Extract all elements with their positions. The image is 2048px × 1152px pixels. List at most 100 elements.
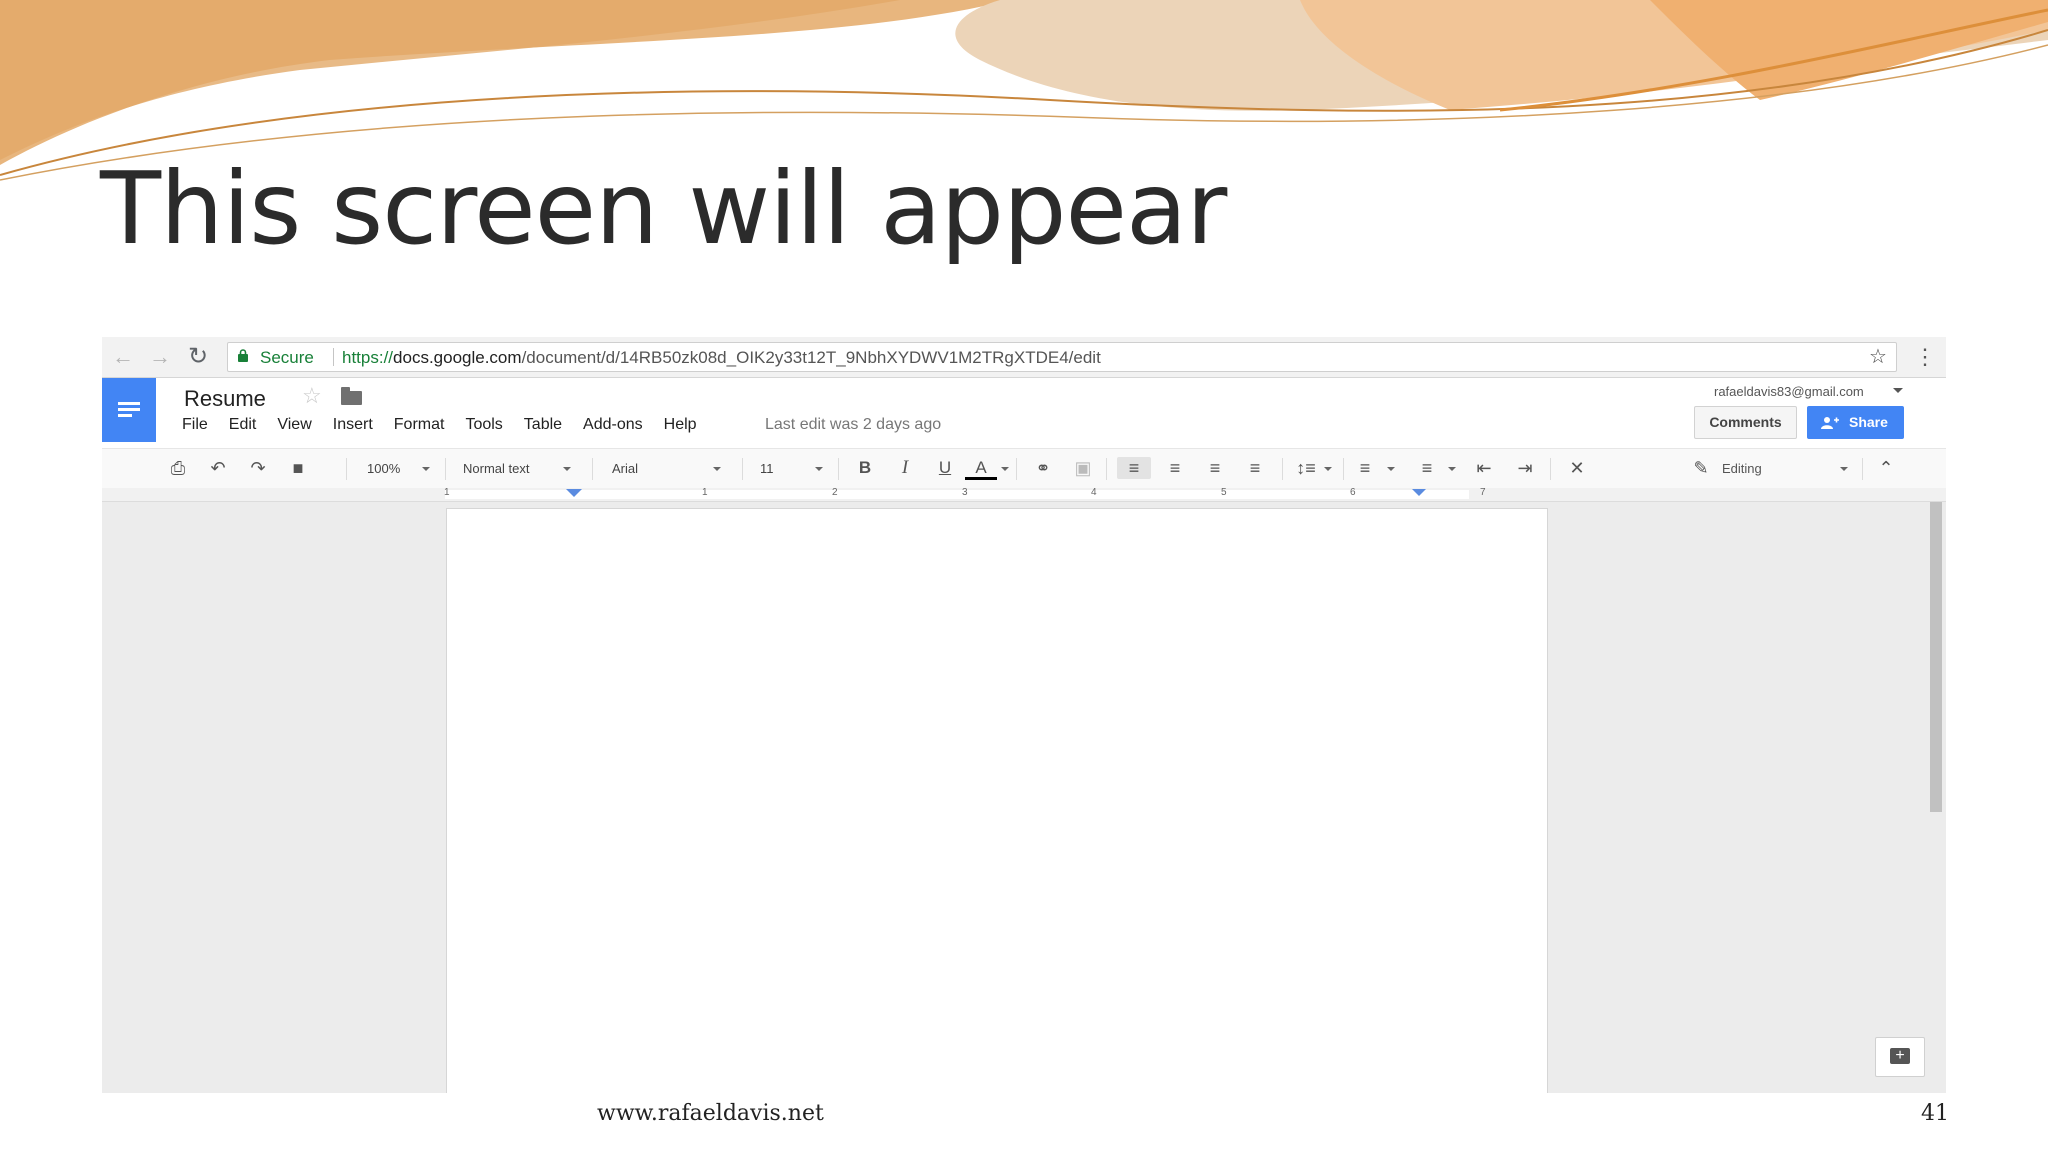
url-path: /document/d/14RB50zk08d_OIK2y33t12T_9Nbh… xyxy=(521,348,1101,367)
ruler-number: 1 xyxy=(702,487,708,498)
menu-tools[interactable]: Tools xyxy=(465,416,502,434)
url-protocol: https:// xyxy=(342,348,394,367)
formatting-toolbar: ⎙ ↶ ↷ ■ 100% Normal text Arial 11 B I U … xyxy=(102,448,1946,489)
justify-icon[interactable]: ≡ xyxy=(1240,457,1270,479)
ruler-number: 7 xyxy=(1480,487,1486,498)
ruler-number: 6 xyxy=(1350,487,1356,498)
right-indent-marker-icon[interactable] xyxy=(1412,489,1426,499)
zoom-caret-icon[interactable] xyxy=(422,467,430,471)
line-spacing-icon[interactable]: ↕≡ xyxy=(1290,457,1322,479)
bold-icon[interactable]: B xyxy=(853,457,877,479)
ruler[interactable]: 1 1 2 3 4 5 6 7 xyxy=(102,487,1946,502)
menu-addons[interactable]: Add-ons xyxy=(583,416,643,434)
account-dropdown-icon[interactable] xyxy=(1893,388,1903,393)
collapse-menu-icon[interactable]: ⌃ xyxy=(1872,457,1900,479)
line-spacing-caret-icon[interactable] xyxy=(1324,467,1332,471)
pencil-icon: ✎ xyxy=(1693,458,1709,478)
font-caret-icon[interactable] xyxy=(713,467,721,471)
menu-format[interactable]: Format xyxy=(394,416,445,434)
reload-icon[interactable]: ↻ xyxy=(186,345,210,369)
explore-button[interactable]: + xyxy=(1875,1037,1925,1077)
address-bar[interactable]: Secure https://docs.google.com/document/… xyxy=(227,342,1897,372)
increase-indent-icon[interactable]: ⇥ xyxy=(1510,457,1540,479)
share-person-icon xyxy=(1821,417,1839,429)
link-icon[interactable]: ⚭ xyxy=(1029,457,1057,479)
slide-page-number: 41 xyxy=(1921,1101,1949,1126)
slide-title: This screen will appear xyxy=(100,150,1227,267)
bulleted-list-icon[interactable]: ≡ xyxy=(1412,457,1442,479)
lock-icon xyxy=(238,349,248,362)
align-center-icon[interactable]: ≡ xyxy=(1160,457,1190,479)
forward-arrow-icon[interactable]: → xyxy=(148,345,172,369)
last-edit-status[interactable]: Last edit was 2 days ago xyxy=(765,416,941,434)
explore-icon: + xyxy=(1890,1048,1910,1064)
toolbar-divider xyxy=(1016,458,1017,480)
style-caret-icon[interactable] xyxy=(563,467,571,471)
text-color-caret-icon[interactable] xyxy=(1001,467,1009,471)
star-icon[interactable]: ☆ xyxy=(302,383,322,409)
text-color-icon[interactable]: A xyxy=(965,457,997,480)
comments-button[interactable]: Comments xyxy=(1694,406,1797,439)
menu-help[interactable]: Help xyxy=(664,416,697,434)
paragraph-style-select[interactable]: Normal text xyxy=(463,459,529,479)
bookmark-star-icon[interactable]: ☆ xyxy=(1866,345,1890,369)
font-size-select[interactable]: 11 xyxy=(760,459,774,479)
toolbar-divider xyxy=(592,458,593,480)
browser-toolbar: ← → ↻ Secure https://docs.google.com/doc… xyxy=(102,337,1946,378)
share-label: Share xyxy=(1849,414,1888,430)
underline-icon[interactable]: U xyxy=(933,457,957,479)
add-comment-icon[interactable]: ▣ xyxy=(1069,457,1097,479)
back-arrow-icon[interactable]: ← xyxy=(111,345,135,369)
document-page[interactable] xyxy=(446,508,1548,1093)
toolbar-divider xyxy=(742,458,743,480)
browser-screenshot: ← → ↻ Secure https://docs.google.com/doc… xyxy=(102,337,1946,1093)
ruler-number: 4 xyxy=(1091,487,1097,498)
docs-header: Resume ☆ File Edit View Insert Format To… xyxy=(102,378,1946,446)
numbered-list-icon[interactable]: ≡ xyxy=(1350,457,1380,479)
document-title[interactable]: Resume xyxy=(184,386,266,412)
share-button[interactable]: Share xyxy=(1807,406,1904,439)
editing-mode-select[interactable]: Editing xyxy=(1722,459,1762,479)
account-email[interactable]: rafaeldavis83@gmail.com xyxy=(1714,384,1864,399)
paint-format-icon[interactable]: ■ xyxy=(285,457,311,479)
align-right-icon[interactable]: ≡ xyxy=(1200,457,1230,479)
italic-icon[interactable]: I xyxy=(893,457,917,479)
print-icon[interactable]: ⎙ xyxy=(165,457,191,479)
ruler-page-area xyxy=(445,490,1469,499)
clear-formatting-icon[interactable]: ✕ xyxy=(1562,457,1592,479)
toolbar-divider xyxy=(1106,458,1107,480)
ruler-number: 5 xyxy=(1221,487,1227,498)
menu-table[interactable]: Table xyxy=(524,416,562,434)
toolbar-divider xyxy=(445,458,446,480)
ruler-number: 1 xyxy=(444,487,450,498)
menu-bar: File Edit View Insert Format Tools Table… xyxy=(182,416,718,434)
ruler-number: 2 xyxy=(832,487,838,498)
zoom-select[interactable]: 100% xyxy=(367,459,400,479)
browser-menu-icon[interactable]: ⋮ xyxy=(1914,345,1936,369)
undo-icon[interactable]: ↶ xyxy=(205,457,231,479)
secure-label: Secure xyxy=(260,348,314,367)
toolbar-divider xyxy=(1550,458,1551,480)
toolbar-divider xyxy=(1282,458,1283,480)
redo-icon[interactable]: ↷ xyxy=(245,457,271,479)
menu-edit[interactable]: Edit xyxy=(229,416,257,434)
vertical-scrollbar[interactable] xyxy=(1930,502,1942,812)
align-left-icon[interactable]: ≡ xyxy=(1117,457,1151,479)
docs-logo-icon[interactable] xyxy=(102,378,156,442)
toolbar-divider xyxy=(1343,458,1344,480)
menu-file[interactable]: File xyxy=(182,416,208,434)
url-host: docs.google.com xyxy=(393,348,522,367)
document-canvas: + xyxy=(102,502,1946,1093)
menu-insert[interactable]: Insert xyxy=(333,416,373,434)
bulleted-list-caret-icon[interactable] xyxy=(1448,467,1456,471)
menu-view[interactable]: View xyxy=(277,416,311,434)
url-text: https://docs.google.com/document/d/14RB5… xyxy=(342,348,1101,368)
font-size-caret-icon[interactable] xyxy=(815,467,823,471)
ruler-number: 3 xyxy=(962,487,968,498)
left-indent-marker-icon[interactable] xyxy=(566,489,582,499)
folder-icon[interactable] xyxy=(341,387,362,405)
font-select[interactable]: Arial xyxy=(612,459,638,479)
numbered-list-caret-icon[interactable] xyxy=(1387,467,1395,471)
editing-mode-caret-icon[interactable] xyxy=(1840,467,1848,471)
decrease-indent-icon[interactable]: ⇤ xyxy=(1469,457,1499,479)
